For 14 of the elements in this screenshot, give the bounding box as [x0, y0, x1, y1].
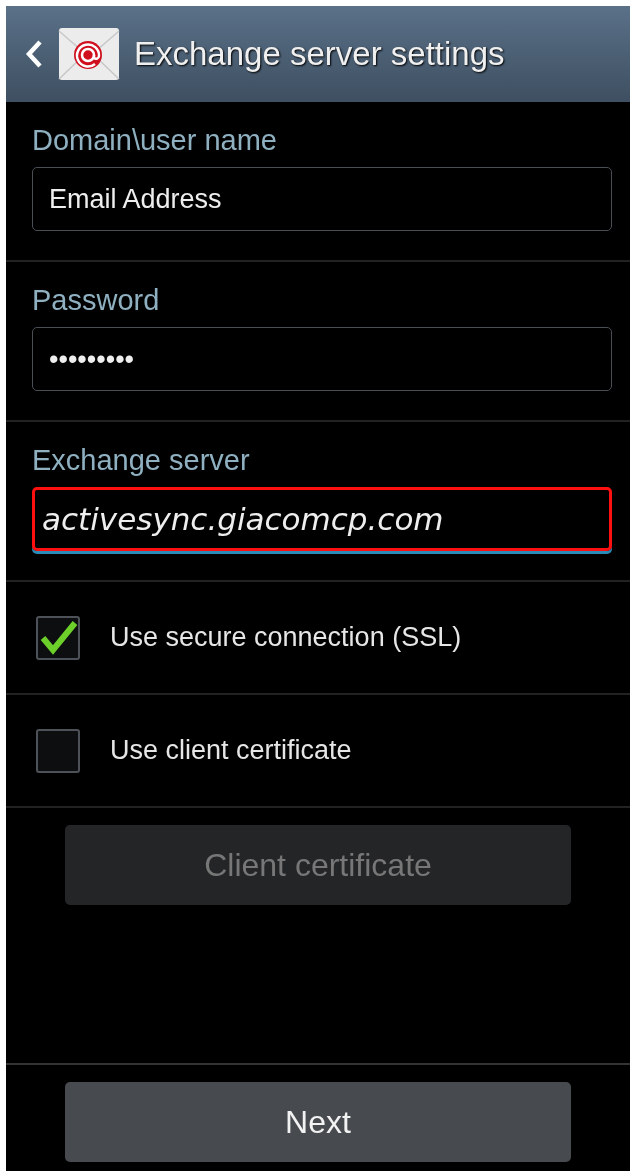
text-field[interactable]: Email Address	[32, 167, 612, 231]
checkbox-label: Use secure connection (SSL)	[110, 622, 462, 653]
text-field[interactable]: activesync.giacomcp.com	[32, 487, 612, 551]
screen-title: Exchange server settings	[134, 35, 505, 73]
field-label: Password	[32, 284, 161, 317]
field-label: Exchange server	[32, 444, 251, 477]
back-icon[interactable]	[24, 39, 44, 69]
text-field[interactable]: •••••••••	[32, 327, 612, 391]
field-label: Domain\user name	[32, 124, 278, 157]
mail-app-icon	[58, 27, 120, 81]
checkbox-label: Use client certificate	[110, 735, 352, 766]
checkbox[interactable]	[36, 728, 80, 773]
checkbox[interactable]	[36, 615, 80, 660]
next-button[interactable]: Next	[65, 1082, 571, 1162]
